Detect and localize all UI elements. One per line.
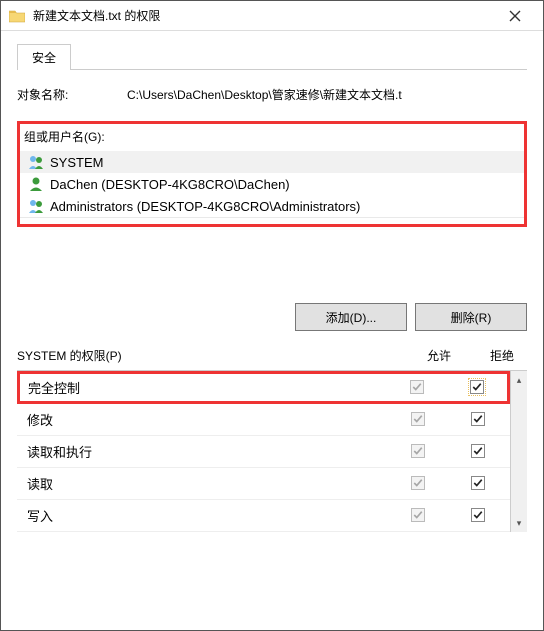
scrollbar-vertical[interactable]: ▴ ▾ [510,371,527,532]
allow-cell [380,444,456,459]
permissions-list-wrapper: 完全控制修改读取和执行读取写入 ▴ ▾ [17,370,527,532]
list-item-label: DaChen (DESKTOP-4KG8CRO\DaChen) [50,177,290,192]
permissions-listbox[interactable]: 完全控制修改读取和执行读取写入 [17,371,510,532]
dialog-window: 新建文本文档.txt 的权限 安全 对象名称: C:\Users\DaChen\… [0,0,544,631]
permission-row: 写入 [17,500,510,532]
checkbox [411,476,425,490]
checkbox [411,444,425,458]
permissions-header-row: SYSTEM 的权限(P) 允许 拒绝 [17,347,527,364]
permission-name: 读取 [27,474,380,493]
list-item-label: Administrators (DESKTOP-4KG8CRO\Administ… [50,199,360,214]
add-button[interactable]: 添加(D)... [295,303,407,331]
list-item-label: SYSTEM [50,155,103,170]
deny-cell [456,476,500,491]
scroll-track[interactable] [511,389,527,514]
list-item[interactable]: DaChen (DESKTOP-4KG8CRO\DaChen) [20,173,524,195]
object-name-label: 对象名称: [17,86,127,103]
permission-name: 完全控制 [28,378,379,397]
window-title: 新建文本文档.txt 的权限 [33,7,495,24]
close-button[interactable] [495,2,535,30]
deny-cell [456,508,500,523]
user-icon [28,176,44,192]
allow-cell [380,476,456,491]
allow-header: 允许 [401,347,477,364]
groups-area-highlight: 组或用户名(G): SYSTEM DaChen (DESKTOP-4KG8CRO… [17,121,527,227]
scroll-up-icon[interactable]: ▴ [511,371,527,389]
group-buttons-row: 添加(D)... 删除(R) [17,297,527,343]
allow-cell [380,412,456,427]
checkbox[interactable] [471,444,485,458]
content-area: 安全 对象名称: C:\Users\DaChen\Desktop\管家速修\新建… [1,31,543,630]
titlebar: 新建文本文档.txt 的权限 [1,1,543,31]
deny-cell [456,412,500,427]
list-item[interactable]: SYSTEM [20,151,524,173]
deny-cell [455,380,499,395]
folder-icon [9,9,25,23]
checkbox[interactable] [471,412,485,426]
permission-name: 读取和执行 [27,442,380,461]
permission-row: 修改 [17,404,510,436]
checkbox [411,508,425,522]
permission-row: 读取 [17,468,510,500]
list-item[interactable]: Administrators (DESKTOP-4KG8CRO\Administ… [20,195,524,217]
tab-strip: 安全 [17,43,527,69]
checkbox [411,412,425,426]
permission-name: 修改 [27,410,380,429]
allow-cell [380,508,456,523]
remove-button[interactable]: 删除(R) [415,303,527,331]
object-name-row: 对象名称: C:\Users\DaChen\Desktop\管家速修\新建文本文… [17,86,527,103]
tab-panel-security: 对象名称: C:\Users\DaChen\Desktop\管家速修\新建文本文… [17,69,527,630]
tab-security[interactable]: 安全 [17,44,71,70]
groups-label: 组或用户名(G): [20,128,524,151]
deny-cell [456,444,500,459]
groups-listbox[interactable]: SYSTEM DaChen (DESKTOP-4KG8CRO\DaChen) A… [20,151,524,218]
allow-cell [379,380,455,395]
deny-header: 拒绝 [477,347,527,364]
permissions-for-label: SYSTEM 的权限(P) [17,347,401,364]
permission-row: 读取和执行 [17,436,510,468]
scroll-down-icon[interactable]: ▾ [511,514,527,532]
checkbox [410,380,424,394]
group-icon [28,154,44,170]
object-name-value: C:\Users\DaChen\Desktop\管家速修\新建文本文档.t [127,86,527,103]
permission-row: 完全控制 [17,371,510,404]
permission-name: 写入 [27,506,380,525]
group-icon [28,198,44,214]
checkbox[interactable] [471,476,485,490]
checkbox[interactable] [471,508,485,522]
checkbox[interactable] [470,380,484,394]
spacer [17,227,527,297]
